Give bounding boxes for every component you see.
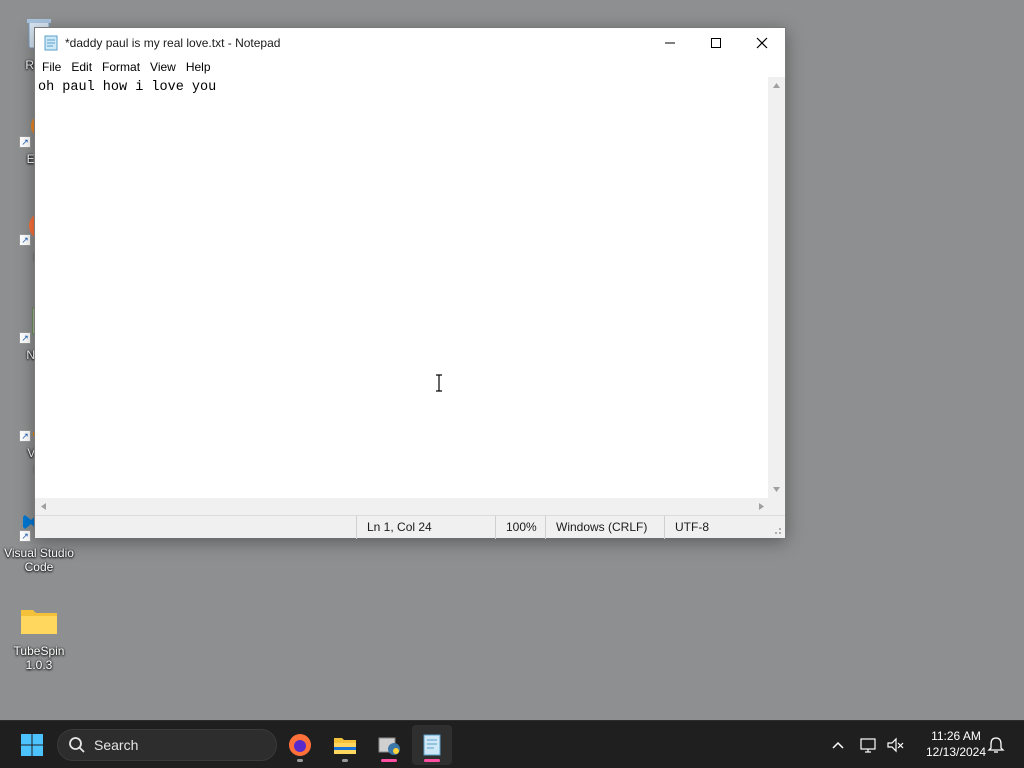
minimize-icon — [665, 42, 675, 43]
menu-edit[interactable]: Edit — [66, 57, 97, 77]
volume-button[interactable] — [884, 733, 908, 757]
file-explorer-icon — [334, 738, 356, 754]
notifications-button[interactable] — [984, 733, 1008, 757]
windows-logo-icon — [21, 734, 43, 756]
window-title: *daddy paul is my real love.txt - Notepa… — [65, 35, 281, 50]
taskbar-notepad[interactable] — [412, 725, 452, 765]
search-icon — [69, 737, 85, 753]
close-icon — [756, 37, 768, 48]
scroll-up-icon[interactable] — [768, 77, 785, 94]
python-installer-icon — [378, 737, 400, 755]
maximize-button[interactable] — [693, 28, 739, 57]
running-indicator — [424, 759, 440, 762]
menu-help[interactable]: Help — [181, 57, 216, 77]
text-editor[interactable]: oh paul how i love you — [35, 77, 770, 498]
shortcut-arrow-icon: ↗ — [19, 430, 31, 442]
vertical-scrollbar[interactable] — [768, 77, 785, 498]
desktop-icon-tubespin[interactable]: TubeSpin 1.0.3 — [0, 600, 78, 672]
network-icon — [860, 738, 876, 753]
start-button[interactable] — [12, 725, 52, 765]
status-position: Ln 1, Col 24 — [356, 516, 495, 539]
notepad-icon — [423, 734, 441, 756]
menu-bar: File Edit Format View Help — [35, 57, 785, 77]
desktop-icon-label: Visual Studio Code — [4, 546, 74, 574]
shortcut-arrow-icon: ↗ — [19, 530, 31, 542]
status-bar: Ln 1, Col 24 100% Windows (CRLF) UTF-8 — [35, 515, 785, 539]
minimize-button[interactable] — [647, 28, 693, 57]
bell-icon — [987, 737, 1005, 753]
firefox-icon — [289, 734, 311, 756]
scroll-down-icon[interactable] — [768, 481, 785, 498]
taskbar: Search 11:26 AM 12/13/2024 — [0, 720, 1024, 768]
show-hidden-icons-button[interactable] — [826, 733, 850, 757]
shortcut-arrow-icon: ↗ — [19, 234, 31, 246]
scroll-left-icon[interactable] — [35, 498, 52, 515]
horizontal-scrollbar[interactable] — [35, 498, 770, 515]
taskbar-file-explorer[interactable] — [325, 725, 365, 765]
text-cursor-icon — [436, 374, 442, 392]
menu-view[interactable]: View — [145, 57, 181, 77]
running-indicator — [381, 759, 397, 762]
shortcut-arrow-icon: ↗ — [19, 136, 31, 148]
desktop-icon-label: TubeSpin 1.0.3 — [13, 644, 65, 672]
resize-grip-icon[interactable] — [772, 525, 782, 535]
notepad-icon — [43, 35, 59, 51]
folder-icon — [19, 600, 59, 640]
status-line-ending: Windows (CRLF) — [545, 516, 664, 539]
status-zoom: 100% — [495, 516, 545, 539]
taskbar-python-installer[interactable] — [369, 725, 409, 765]
menu-format[interactable]: Format — [97, 57, 145, 77]
scroll-corner — [768, 498, 785, 515]
volume-muted-icon — [887, 737, 904, 753]
status-encoding: UTF-8 — [664, 516, 769, 539]
close-button[interactable] — [739, 28, 785, 57]
chevron-up-icon — [832, 741, 844, 749]
search-label: Search — [94, 737, 139, 753]
running-indicator — [342, 759, 348, 762]
running-indicator — [297, 759, 303, 762]
taskbar-firefox[interactable] — [280, 725, 320, 765]
menu-file[interactable]: File — [37, 57, 66, 77]
maximize-icon — [711, 37, 721, 48]
shortcut-arrow-icon: ↗ — [19, 332, 31, 344]
network-status-button[interactable] — [857, 733, 881, 757]
taskbar-search[interactable]: Search — [57, 729, 277, 761]
notepad-window: *daddy paul is my real love.txt - Notepa… — [34, 27, 786, 539]
title-bar[interactable]: *daddy paul is my real love.txt - Notepa… — [35, 28, 785, 57]
